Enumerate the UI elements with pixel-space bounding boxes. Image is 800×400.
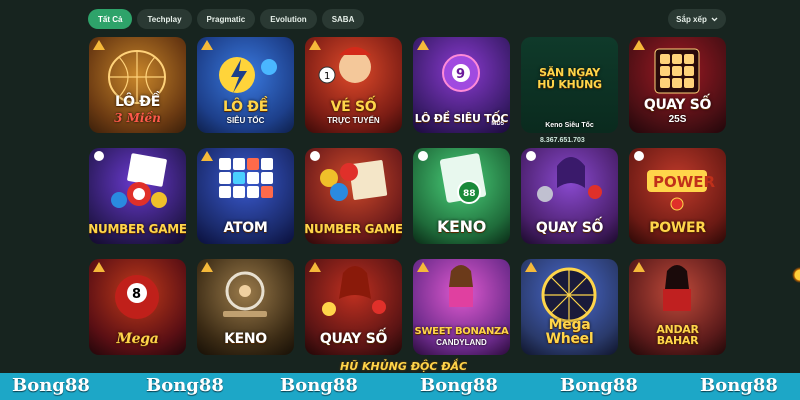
badge-icon <box>201 262 213 272</box>
jackpot-banner: HŨ KHỦNG ĐỘC ĐẮC <box>340 360 468 373</box>
game-tile-mega-wheel[interactable]: Mega Wheel <box>521 259 618 355</box>
game-tile-number-game-2[interactable]: NUMBER GAME <box>305 148 402 244</box>
game-tile-quay-so-red[interactable]: QUAY SỐ <box>305 259 402 355</box>
game-subtitle: 3 Miền <box>114 111 161 125</box>
game-title: Mega <box>116 331 159 348</box>
badge-icon <box>93 262 105 272</box>
svg-text:88: 88 <box>463 189 476 199</box>
game-title: NUMBER GAME <box>305 222 402 237</box>
filter-tab-evolution[interactable]: Evolution <box>260 9 317 29</box>
game-tile-andar-bahar[interactable]: ANDAR BAHAR <box>629 259 726 355</box>
watermark-text: Bong88 <box>420 375 498 396</box>
watermark-text: Bong88 <box>12 375 90 396</box>
game-title: QUAY SỐ <box>643 97 712 114</box>
game-title: ANDAR BAHAR <box>656 322 699 348</box>
badge-icon <box>201 151 213 161</box>
sort-label: Sắp xếp <box>676 14 707 24</box>
game-tile-lo-de-sieu-toc-md5[interactable]: 9 LÔ ĐỀ SIÊU TỐC MD5 <box>413 37 510 133</box>
game-subtitle: MD5 <box>491 121 504 127</box>
game-tile-keno-gold[interactable]: KENO <box>197 259 294 355</box>
jackpot-amount: 8.367.651.703 <box>540 137 585 144</box>
badge-icon <box>417 262 429 272</box>
badge-icon <box>634 151 644 161</box>
game-tile-lo-de-3-mien[interactable]: LÔ ĐỀ 3 Miền <box>89 37 186 133</box>
game-tile-number-game[interactable]: NUMBER GAME <box>89 148 186 244</box>
svg-text:8: 8 <box>132 287 141 302</box>
watermark-strip: Bong88 Bong88 Bong88 Bong88 Bong88 Bong8… <box>0 373 800 400</box>
badge-icon <box>201 40 213 50</box>
game-title: LÔ ĐỀ <box>115 94 160 111</box>
watermark-text: Bong88 <box>146 375 224 396</box>
game-tile-keno-sieu-toc[interactable]: SĂN NGAY HŨ KHỦNG Keno Siêu Tốc <box>521 37 618 133</box>
sort-dropdown[interactable]: Sắp xếp <box>668 9 726 29</box>
game-tile-sweet-bonanza[interactable]: SWEET BONANZA CANDYLAND <box>413 259 510 355</box>
badge-icon <box>310 151 320 161</box>
game-tile-lo-de-sieu-toc[interactable]: LÔ ĐỀ SIÊU TỐC <box>197 37 294 133</box>
game-title: SWEET BONANZA <box>414 325 509 337</box>
game-tile-quay-so-purple[interactable]: QUAY SỐ <box>521 148 618 244</box>
filter-tab-pragmatic[interactable]: Pragmatic <box>196 9 256 29</box>
game-tile-power[interactable]: POWER POWER <box>629 148 726 244</box>
game-title: Mega Wheel <box>545 316 594 348</box>
game-subtitle: CANDYLAND <box>436 338 487 347</box>
badge-icon <box>633 262 645 272</box>
game-subtitle: SIÊU TỐC <box>226 116 265 125</box>
game-title: LÔ ĐỀ <box>223 99 268 116</box>
badge-icon <box>93 40 105 50</box>
game-subtitle: Keno Siêu Tốc <box>545 122 594 129</box>
game-title: SĂN NGAY HŨ KHỦNG <box>537 66 602 91</box>
game-title: VÉ SỐ <box>330 99 377 116</box>
game-subtitle: 25S <box>668 114 687 125</box>
badge-icon <box>633 40 645 50</box>
badge-icon <box>309 262 321 272</box>
svg-text:1: 1 <box>324 71 330 82</box>
game-grid: LÔ ĐỀ 3 Miền LÔ ĐỀ SIÊU TỐC 1 VÉ SỐ TRỰC… <box>89 37 726 355</box>
chevron-down-icon <box>711 17 718 21</box>
game-tile-quay-so-25s[interactable]: QUAY SỐ 25S <box>629 37 726 133</box>
badge-icon <box>94 151 104 161</box>
game-title: ATOM <box>223 220 268 237</box>
watermark-text: Bong88 <box>280 375 358 396</box>
game-title: QUAY SỐ <box>535 220 604 237</box>
filter-tab-all[interactable]: Tất Cả <box>88 9 133 29</box>
filter-tab-saba[interactable]: SABA <box>321 9 365 29</box>
badge-icon <box>418 151 428 161</box>
game-tile-atom[interactable]: ATOM <box>197 148 294 244</box>
game-title: QUAY SỐ <box>319 331 388 348</box>
game-tile-mega6[interactable]: 8 Mega <box>89 259 186 355</box>
filter-tab-techplay[interactable]: Techplay <box>137 9 192 29</box>
watermark-text: Bong88 <box>700 375 778 396</box>
badge-icon <box>309 40 321 50</box>
game-title: NUMBER GAME <box>89 222 186 237</box>
watermark-text: Bong88 <box>560 375 638 396</box>
filter-tabs: Tất Cả Techplay Pragmatic Evolution SABA <box>88 9 365 29</box>
svg-text:9: 9 <box>456 67 465 82</box>
game-title: KENO <box>436 217 487 237</box>
badge-icon <box>525 262 537 272</box>
badge-icon <box>417 40 429 50</box>
game-subtitle: TRỰC TUYẾN <box>327 116 380 125</box>
game-tile-keno[interactable]: 88 KENO <box>413 148 510 244</box>
game-title: KENO <box>224 331 267 348</box>
game-title: POWER <box>649 220 706 237</box>
badge-icon <box>526 151 536 161</box>
coin-decoration-icon <box>792 258 800 292</box>
game-tile-ve-so-truc-tuyen[interactable]: 1 VÉ SỐ TRỰC TUYẾN <box>305 37 402 133</box>
svg-text:POWER: POWER <box>653 173 716 191</box>
